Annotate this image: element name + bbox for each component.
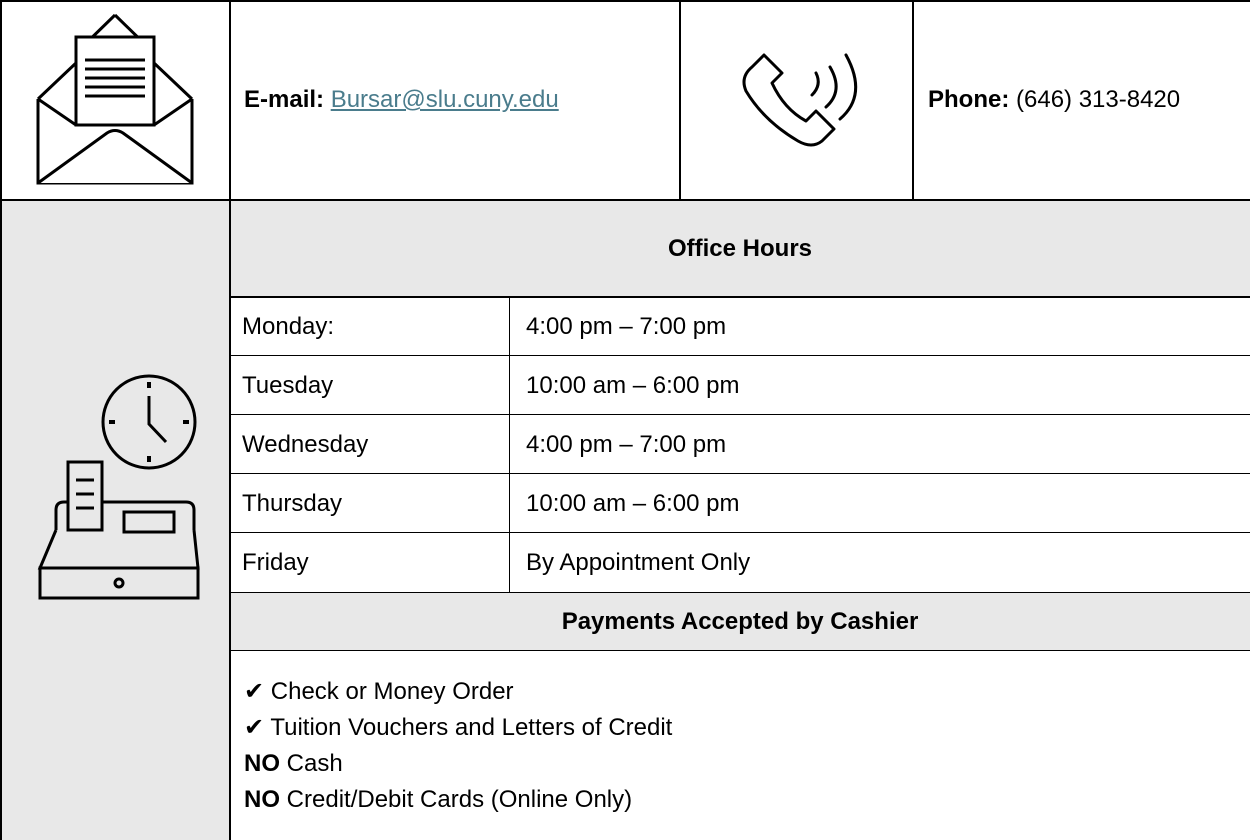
table-row-day: Wednesday	[230, 415, 510, 474]
table-row-day: Thursday	[230, 474, 510, 533]
table-border	[230, 650, 1250, 651]
table-row-hours: 4:00 pm – 7:00 pm	[510, 415, 1250, 474]
not-accepted-item: Cash	[286, 750, 343, 777]
phone-label: Phone:	[928, 86, 1010, 113]
day-label: Wednesday	[242, 430, 369, 458]
table-border	[230, 532, 1250, 533]
table-border	[230, 473, 1250, 474]
table-border	[509, 297, 510, 593]
table-row-hours: 10:00 am – 6:00 pm	[510, 356, 1250, 415]
list-item: ✔ Check or Money Order	[244, 678, 1250, 714]
email-label: E-mail:	[244, 86, 325, 113]
table-row-hours: 10:00 am – 6:00 pm	[510, 474, 1250, 533]
table-row-day: Friday	[230, 533, 510, 593]
check-icon: ✔	[244, 678, 265, 705]
table-border	[229, 0, 231, 840]
day-label: Friday	[242, 549, 309, 576]
clock-cash-register-icon	[37, 374, 200, 600]
payments-title-cell: Payments Accepted by Cashier	[230, 593, 1250, 651]
hours-value: By Appointment Only	[526, 549, 751, 576]
table-border	[679, 0, 681, 200]
table-border	[0, 199, 1250, 201]
table-row-day: Tuesday	[230, 356, 510, 415]
accepted-item: Tuition Vouchers and Letters of Credit	[270, 714, 673, 741]
email-cell: E-mail: Bursar@slu.cuny.edu	[230, 0, 680, 200]
bursar-info-table: E-mail: Bursar@slu.cuny.edu Phone: (646)…	[0, 0, 1250, 840]
day-label: Thursday	[242, 489, 343, 517]
table-border	[230, 414, 1250, 415]
payments-list: ✔ Check or Money Order ✔ Tuition Voucher…	[230, 651, 1250, 840]
office-hours-title-cell: Office Hours	[230, 200, 1250, 297]
table-row-day: Monday:	[230, 297, 510, 356]
email-icon-cell	[0, 0, 230, 200]
table-row-hours: By Appointment Only	[510, 533, 1250, 593]
table-row-hours: 4:00 pm – 7:00 pm	[510, 297, 1250, 356]
table-border	[230, 296, 1250, 298]
hours-value: 10:00 am – 6:00 pm	[526, 489, 740, 517]
no-label: NO	[244, 786, 280, 813]
phone-icon-cell	[680, 0, 913, 200]
table-border	[230, 592, 1250, 593]
no-label: NO	[244, 750, 280, 777]
email-link[interactable]: Bursar@slu.cuny.edu	[331, 86, 559, 113]
list-item: NO Cash	[244, 750, 1250, 786]
day-label: Tuesday	[242, 371, 334, 399]
table-border	[230, 355, 1250, 356]
cashier-icon-cell	[0, 200, 230, 840]
list-item: NO Credit/Debit Cards (Online Only)	[244, 786, 1250, 822]
hours-value: 4:00 pm – 7:00 pm	[526, 430, 727, 458]
table-border	[0, 0, 2, 840]
table-border	[0, 0, 1250, 2]
hours-value: 4:00 pm – 7:00 pm	[526, 312, 727, 340]
payments-title: Payments Accepted by Cashier	[561, 608, 919, 635]
phone-ringing-icon	[742, 53, 857, 147]
accepted-item: Check or Money Order	[270, 678, 514, 705]
envelope-letter-icon	[36, 13, 194, 184]
hours-value: 10:00 am – 6:00 pm	[526, 371, 740, 399]
table-border	[912, 0, 914, 200]
phone-value: (646) 313-8420	[1016, 86, 1181, 113]
list-item: ✔ Tuition Vouchers and Letters of Credit	[244, 714, 1250, 750]
day-label: Monday:	[242, 312, 335, 340]
not-accepted-item: Credit/Debit Cards (Online Only)	[286, 786, 633, 813]
office-hours-title: Office Hours	[667, 234, 813, 262]
phone-cell: Phone: (646) 313-8420	[913, 0, 1250, 200]
check-icon: ✔	[244, 714, 265, 741]
